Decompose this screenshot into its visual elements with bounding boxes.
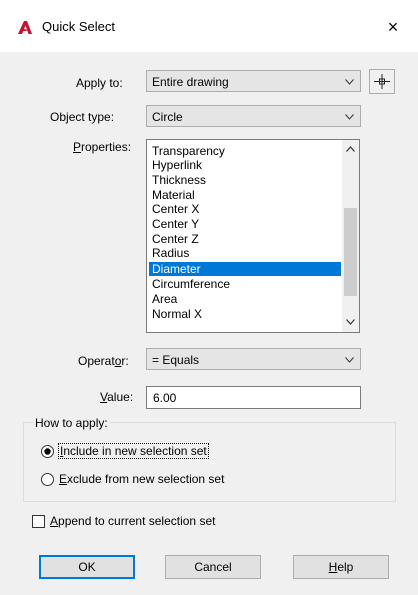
crosshair-pick-icon xyxy=(374,74,390,89)
radio-selected-icon xyxy=(41,445,54,458)
exclude-radio-label[interactable]: Exclude from new selection set xyxy=(59,472,224,486)
include-radio[interactable] xyxy=(41,445,54,458)
list-item[interactable]: Center X xyxy=(149,202,341,216)
properties-label-key: P xyxy=(73,140,82,154)
autocad-logo-icon xyxy=(18,21,32,34)
value-label-suffix: alue: xyxy=(107,390,134,404)
properties-listbox[interactable]: Transparency Hyperlink Thickness Materia… xyxy=(146,139,360,333)
operator-label-suffix: r: xyxy=(121,354,129,368)
list-item-selected[interactable]: Diameter xyxy=(149,262,341,276)
list-item[interactable]: Center Z xyxy=(149,232,341,246)
chevron-down-icon xyxy=(345,114,354,120)
list-item[interactable]: Radius xyxy=(149,246,341,260)
focus-outline: Include in new selection set xyxy=(58,443,209,459)
include-label-suffix: nclude in new selection set xyxy=(63,444,207,458)
object-type-label-prefix: Ob xyxy=(50,110,67,124)
properties-label-suffix: roperties: xyxy=(81,140,132,154)
object-type-label: Object type: xyxy=(50,110,114,124)
operator-dropdown[interactable]: = Equals xyxy=(146,348,361,370)
exclude-label-suffix: xclude from new selection set xyxy=(67,472,225,486)
exclude-radio[interactable] xyxy=(41,473,54,486)
append-checkbox-label[interactable]: Append to current selection set xyxy=(50,514,215,528)
value-label: Value: xyxy=(100,390,133,404)
window-title: Quick Select xyxy=(42,19,115,34)
append-label-key: A xyxy=(50,514,59,528)
cancel-button[interactable]: Cancel xyxy=(165,555,261,579)
list-item[interactable]: Transparency xyxy=(149,144,341,158)
how-to-apply-title: How to apply: xyxy=(33,416,110,430)
ok-button[interactable]: OK xyxy=(39,555,135,579)
scrollbar-thumb[interactable] xyxy=(344,208,357,296)
apply-to-value: Entire drawing xyxy=(152,75,229,89)
value-input-text: 6.00 xyxy=(153,391,177,405)
object-type-value: Circle xyxy=(152,110,183,124)
operator-label: Operator: xyxy=(78,354,129,368)
list-item[interactable]: Thickness xyxy=(149,173,341,187)
chevron-down-icon xyxy=(345,79,354,85)
list-item[interactable]: Normal X xyxy=(149,307,341,321)
list-item[interactable]: Center Y xyxy=(149,217,341,231)
scroll-up-icon[interactable] xyxy=(346,146,355,152)
list-item[interactable]: Material xyxy=(149,188,341,202)
how-to-apply-group xyxy=(23,422,396,502)
exclude-label-key: E xyxy=(59,472,68,486)
list-item[interactable]: Circumference xyxy=(149,277,341,291)
value-input[interactable]: 6.00 xyxy=(146,386,361,409)
list-item[interactable]: Hyperlink xyxy=(149,158,341,172)
help-button[interactable]: Help xyxy=(293,555,389,579)
operator-label-prefix: Operat xyxy=(78,354,115,368)
radio-unselected-icon xyxy=(41,473,54,486)
close-button[interactable]: × xyxy=(380,14,406,40)
list-item[interactable]: Area xyxy=(149,292,341,306)
select-objects-button[interactable] xyxy=(369,69,395,94)
append-checkbox[interactable] xyxy=(32,515,45,528)
scroll-down-icon[interactable] xyxy=(346,319,355,325)
properties-label: Properties: xyxy=(73,140,131,154)
apply-to-dropdown[interactable]: Entire drawing xyxy=(146,70,361,92)
help-label-suffix: elp xyxy=(337,560,354,574)
object-type-label-suffix: ect type: xyxy=(68,110,115,124)
operator-value: = Equals xyxy=(152,353,200,367)
object-type-dropdown[interactable]: Circle xyxy=(146,105,361,127)
close-icon: × xyxy=(387,17,399,37)
apply-to-label: Apply to: xyxy=(76,76,123,90)
title-bar: Quick Select × xyxy=(0,0,418,52)
include-radio-label[interactable]: Include in new selection set xyxy=(58,443,209,459)
chevron-down-icon xyxy=(345,357,354,363)
append-label-suffix: ppend to current selection set xyxy=(58,514,216,528)
